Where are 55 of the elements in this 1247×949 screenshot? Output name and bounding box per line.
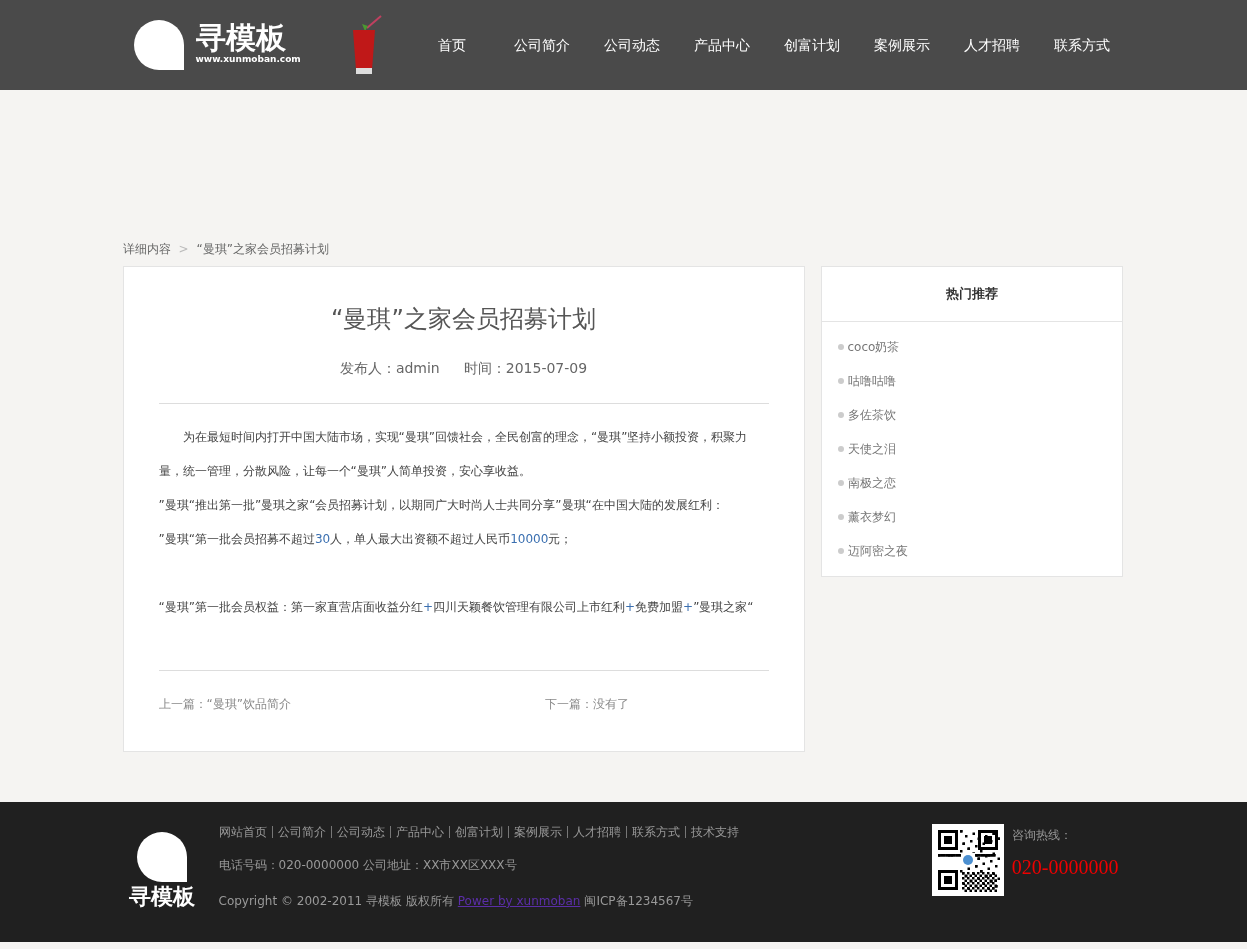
footer-link[interactable]: 公司简介 xyxy=(271,825,331,838)
bullet-icon xyxy=(837,411,844,418)
bullet-icon xyxy=(837,513,844,520)
author-text: 发布人：admin xyxy=(339,358,440,378)
bullet-icon xyxy=(837,343,844,350)
qr-code-icon xyxy=(931,823,1004,896)
contact-info: 电话号码：020-0000000 公司地址：XX市XX区XXX号 xyxy=(218,856,518,874)
hotline-number: 020-0000000 xyxy=(1011,854,1119,880)
date-text: 时间：2015-07-09 xyxy=(463,358,588,378)
sidebar-item[interactable]: 迈阿密之夜 xyxy=(837,541,1106,560)
logo-icon xyxy=(136,831,187,882)
sidebar-item[interactable]: 薰衣梦幻 xyxy=(837,507,1106,526)
nav-link[interactable]: 公司简介 xyxy=(496,30,587,60)
logo-text: 寻模板 xyxy=(195,23,286,54)
sidebar-item[interactable]: 咕噜咕噜 xyxy=(837,371,1106,390)
footer-link[interactable]: 网站首页 xyxy=(218,825,272,838)
logo-icon xyxy=(133,20,184,70)
breadcrumb-current: “曼琪”之家会员招募计划 xyxy=(196,241,329,258)
nav-link[interactable]: 联系方式 xyxy=(1036,30,1127,60)
nav-link[interactable]: 案例展示 xyxy=(856,30,947,60)
footer-link[interactable]: 创富计划 xyxy=(448,825,508,838)
sidebar-item[interactable]: 多佐茶饮 xyxy=(837,405,1106,424)
breadcrumb-separator: > xyxy=(178,241,189,258)
footer-link[interactable]: 产品中心 xyxy=(389,825,449,838)
hotline-label: 咨询热线： xyxy=(1011,826,1073,844)
nav-link[interactable]: 公司动态 xyxy=(586,30,677,60)
bullet-icon xyxy=(837,377,844,384)
article-paragraph: ”曼琪“推出第一批”曼琪之家“会员招募计划，以期同广大时尚人士共同分享”曼琪“在中国大陆的发展红利： xyxy=(158,496,725,514)
article-title: “曼琪”之家会员招募计划 xyxy=(330,305,597,334)
next-article-link[interactable]: 下一篇：没有了 xyxy=(544,694,629,713)
copyright-text: Copyright © 2002-2011 寻模板 版权所有 xyxy=(218,892,454,910)
bullet-icon xyxy=(837,547,844,554)
article-paragraph: 为在最短时间内打开中国大陆市场，实现“曼琪”回馈社会，全民创富的理念，“曼琪”坚持小额投资，积聚力量，统一管理，分散风险，让每一个“曼琪”人简单投资，安心享收益。 xyxy=(158,428,749,480)
bullet-icon xyxy=(837,479,844,486)
bullet-icon xyxy=(837,445,844,452)
article-paragraph: “曼琪”第一批会员权益：第一家直营店面收益分红+四川天颖餐饮管理有限公司上市红利+免费加盟+”曼琪之家“ xyxy=(158,598,755,616)
footer-link[interactable]: 公司动态 xyxy=(330,825,390,838)
nav-link[interactable]: 创富计划 xyxy=(766,30,857,60)
logo-text: 寻模板 xyxy=(128,885,195,908)
footer-link[interactable]: 人才招聘 xyxy=(566,825,626,838)
sidebar-title: 热门推荐 xyxy=(821,267,1122,322)
nav-link[interactable]: 首页 xyxy=(406,30,497,60)
icp-text: 闽ICP备1234567号 xyxy=(584,892,693,910)
logo-url: www.xunmoban.com xyxy=(195,53,301,67)
sidebar-item[interactable]: 南极之恋 xyxy=(837,473,1106,492)
breadcrumb-link[interactable]: 详细内容 xyxy=(122,240,171,258)
nav-link[interactable]: 人才招聘 xyxy=(946,30,1037,60)
sidebar-item[interactable]: 天使之泪 xyxy=(837,439,1106,458)
article-paragraph: ”曼琪“第一批会员招募不超过30人，单人最大出资额不超过人民币10000元； xyxy=(158,530,574,548)
nav-link[interactable]: 产品中心 xyxy=(676,30,767,60)
footer-link[interactable]: 技术支持 xyxy=(684,825,744,838)
footer-link[interactable]: 案例展示 xyxy=(507,825,567,838)
footer-link[interactable]: 联系方式 xyxy=(625,825,685,838)
sidebar-item[interactable]: coco奶茶 xyxy=(837,337,1106,356)
previous-article-link[interactable]: 上一篇：“曼琪”饮品简介 xyxy=(158,694,545,713)
